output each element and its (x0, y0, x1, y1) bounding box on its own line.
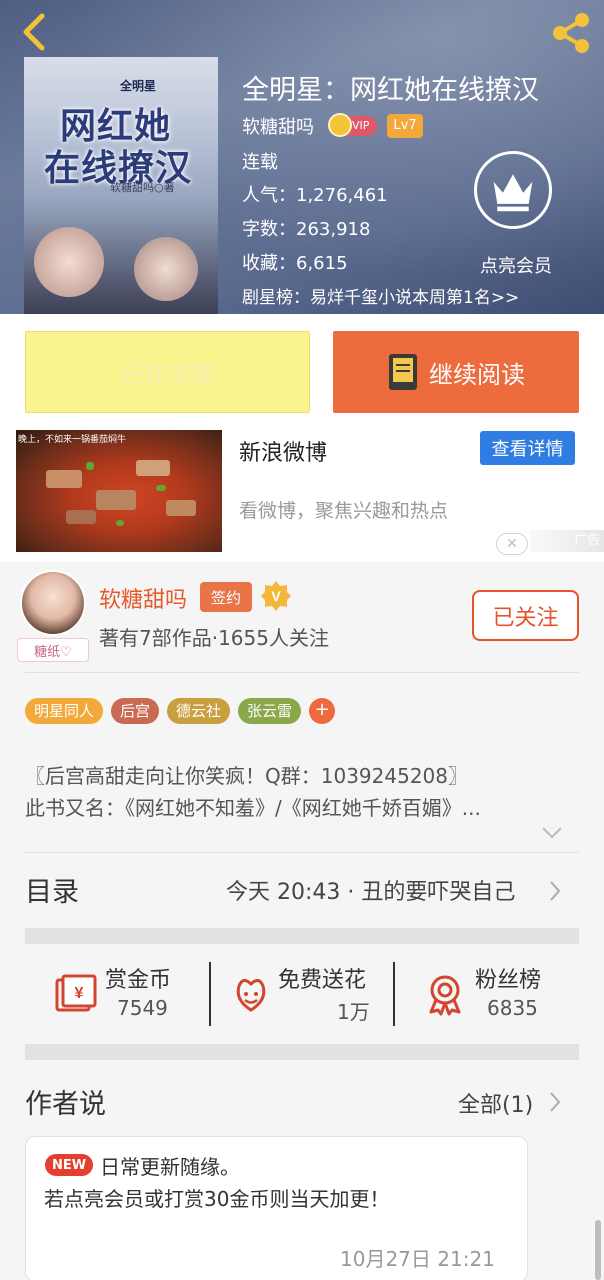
svg-text:V: V (271, 588, 281, 604)
author-name[interactable]: 软糖甜吗 (242, 113, 314, 139)
stat-value: 7549 (117, 996, 168, 1020)
vip-crown-icon[interactable] (474, 151, 552, 229)
chevron-left-icon[interactable] (14, 10, 54, 54)
book-cover[interactable]: 全明星 网红她 在线撩汉 软糖甜吗○著 (24, 57, 218, 314)
author-note-card[interactable]: NEW 日常更新随缘。 若点亮会员或打赏30金币则当天加更！ 10月27日 21… (25, 1136, 528, 1280)
share-icon[interactable] (548, 10, 594, 56)
book-favorites: 收藏：6,615 (242, 253, 348, 274)
ad-detail-button[interactable]: 查看详情 (480, 431, 575, 465)
new-badge: NEW (45, 1154, 93, 1176)
stat-value: 1万 (337, 1000, 370, 1024)
vip-badge: VIP (328, 113, 378, 137)
ad-image-caption: 晚上，不如来一锅番茄焖牛 (18, 435, 127, 445)
chevron-right-icon[interactable] (548, 1091, 562, 1113)
divider (25, 672, 579, 673)
ad-image[interactable]: 晚上，不如来一锅番茄焖牛 (16, 430, 222, 552)
level-badge: Lv7 (387, 114, 423, 138)
fan-rank-button[interactable]: 粉丝榜 6835 (395, 944, 579, 1044)
stat-label: 赏金币 (105, 968, 172, 993)
vip-member-label[interactable]: 点亮会员 (480, 252, 552, 278)
book-header: 全明星 网红她 在线撩汉 软糖甜吗○著 全明星：网红她在线撩汉 软糖甜吗 VIP… (0, 0, 604, 314)
toc-label[interactable]: 目录 (25, 870, 79, 909)
tag-item[interactable]: 德云社 (167, 698, 231, 724)
description-line: 〖后宫高甜走向让你笑疯！Q群：1039245208〗 (25, 764, 468, 788)
author-row: 软糖甜吗 VIP Lv7 (242, 113, 423, 139)
chevron-right-icon[interactable] (548, 880, 562, 902)
ad-name: 新浪微博 (239, 441, 328, 466)
rank-link[interactable]: 剧星榜：易烊千玺小说本周第1名>> (242, 283, 519, 308)
follow-button[interactable]: 已关注 (472, 590, 579, 641)
ad-description: 看微博，聚焦兴趣和热点 (239, 500, 449, 522)
divider (25, 852, 579, 853)
close-icon[interactable]: ✕ (496, 533, 528, 555)
note-text: 若点亮会员或打赏30金币则当天加更！ (44, 1187, 390, 1211)
continue-reading-label: 继续阅读 (429, 360, 525, 389)
tag-item[interactable]: 后宫 (111, 698, 160, 724)
avatar[interactable] (20, 570, 86, 636)
description-line: 此书又名：《网红她不知羞》/《网红她千娇百媚》... (25, 796, 481, 820)
cover-author: 软糖甜吗○著 (110, 181, 175, 194)
note-timestamp: 10月27日 21:21 (340, 1247, 495, 1271)
author-says-all-link[interactable]: 全部(1) (458, 1087, 533, 1119)
author-card: 糖纸♡ 软糖甜吗 签约 V 著有7部作品·1655人关注 已关注 (0, 562, 604, 672)
chevron-down-icon[interactable] (541, 826, 563, 840)
ad-tag: 广告 (530, 530, 604, 552)
svg-text:¥: ¥ (75, 985, 84, 1002)
cover-figure (34, 227, 104, 297)
book-status: 连载 (242, 152, 278, 173)
stats-row: ¥ 赏金币 7549 免费送花 1万 粉丝榜 6835 (25, 944, 579, 1044)
author-stats: 著有7部作品·1655人关注 (99, 626, 329, 650)
section-separator (25, 928, 579, 944)
stat-value: 6835 (487, 996, 538, 1020)
book-icon (389, 354, 417, 390)
avatar-tag: 糖纸♡ (17, 638, 89, 662)
note-text: 日常更新随缘。 (100, 1155, 240, 1179)
add-tag-button[interactable]: + (309, 698, 336, 724)
reward-coin-icon: ¥ (55, 974, 97, 1012)
medal-icon (429, 975, 461, 1016)
toc-latest-chapter[interactable]: 今天 20:43 · 丑的要吓哭自己 (226, 874, 515, 906)
stat-label: 粉丝榜 (475, 968, 542, 993)
tag-list: 明星同人 后宫 德云社 张云雷 + (25, 698, 336, 724)
flower-icon (236, 979, 266, 1012)
cover-small-title: 全明星 (120, 79, 157, 93)
author-card-name[interactable]: 软糖甜吗 (99, 582, 187, 614)
stat-label: 免费送花 (278, 968, 367, 993)
action-bar: 已在书架 继续阅读 (0, 314, 604, 430)
free-flower-button[interactable]: 免费送花 1万 (211, 944, 395, 1044)
author-says-label: 作者说 (25, 1089, 106, 1120)
crown-icon (328, 113, 352, 137)
section-separator (25, 1044, 579, 1060)
ad-banner[interactable]: 晚上，不如来一锅番茄焖牛 新浪微博 查看详情 看微博，聚焦兴趣和热点 ✕ 广告 (0, 430, 604, 562)
tag-item[interactable]: 张云雷 (238, 698, 302, 724)
book-popularity: 人气：1,276,461 (242, 185, 388, 206)
continue-reading-button[interactable]: 继续阅读 (333, 331, 579, 413)
scrollbar[interactable] (595, 1220, 601, 1280)
verified-badge-icon: V (261, 581, 291, 611)
signed-badge: 签约 (200, 582, 252, 612)
reward-coin-button[interactable]: ¥ 赏金币 7549 (25, 944, 209, 1044)
book-details: 糖纸♡ 软糖甜吗 签约 V 著有7部作品·1655人关注 已关注 明星同人 后宫… (0, 562, 604, 1280)
cover-figure (134, 237, 198, 301)
in-shelf-button[interactable]: 已在书架 (25, 331, 310, 413)
book-title: 全明星：网红她在线撩汉 (242, 75, 539, 106)
tag-item[interactable]: 明星同人 (25, 698, 104, 724)
book-word-count: 字数：263,918 (242, 219, 371, 240)
